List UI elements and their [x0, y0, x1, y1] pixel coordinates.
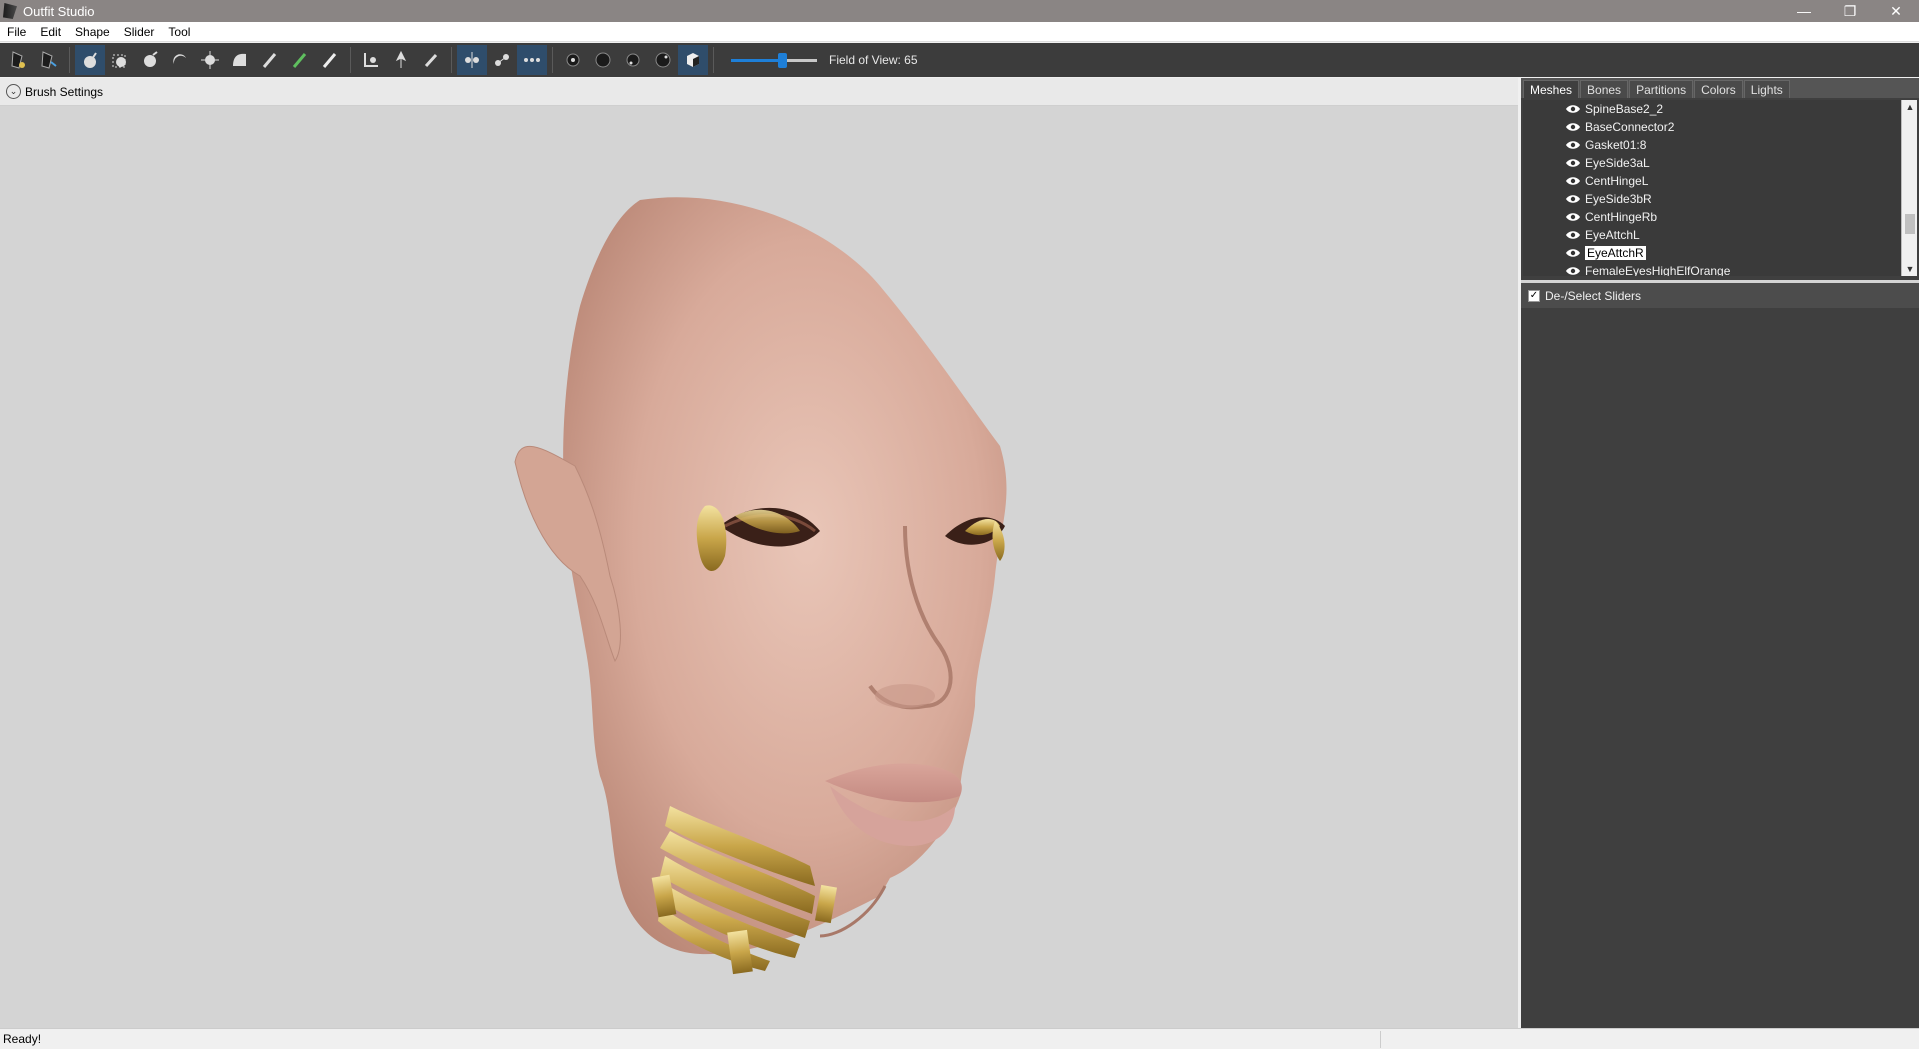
eye-icon[interactable] [1565, 266, 1581, 276]
eye-icon[interactable] [1565, 176, 1581, 186]
list-item[interactable]: EyeSide3bR [1565, 190, 1652, 208]
right-panel: Meshes Bones Partitions Colors Lights Sp… [1521, 78, 1919, 1028]
panel-tabs: Meshes Bones Partitions Colors Lights [1521, 78, 1919, 98]
menu-shape[interactable]: Shape [68, 22, 117, 42]
eye-icon[interactable] [1565, 248, 1581, 258]
mesh-name-selected: EyeAttchR [1585, 246, 1646, 260]
list-item[interactable]: CentHingeRb [1565, 208, 1657, 226]
wireframe-icon[interactable] [648, 45, 678, 75]
color-paint-icon[interactable] [285, 45, 315, 75]
mesh-name: CentHingeL [1585, 174, 1649, 188]
show-floor-icon[interactable] [618, 45, 648, 75]
mesh-name: Gasket01:8 [1585, 138, 1647, 152]
brush-settings-label: Brush Settings [25, 84, 104, 99]
toolbar-separator [552, 47, 553, 73]
mesh-name: EyeAttchL [1585, 228, 1640, 242]
list-item[interactable]: FemaleEyesHighElfOrange [1565, 262, 1730, 276]
connected-only-icon[interactable] [487, 45, 517, 75]
inflate-brush-icon[interactable] [135, 45, 165, 75]
eye-icon[interactable] [1565, 194, 1581, 204]
list-item[interactable]: EyeSide3aL [1565, 154, 1650, 172]
toolbar: Field of View: 65 [0, 43, 1919, 77]
head-model [514, 197, 1007, 975]
vertex-edit-icon[interactable] [416, 45, 446, 75]
viewport-panel: ⌄ Brush Settings [0, 78, 1518, 1028]
alpha-paint-icon[interactable] [315, 45, 345, 75]
scroll-down-icon[interactable]: ▼ [1902, 262, 1918, 276]
minimize-button[interactable]: — [1781, 0, 1827, 22]
3d-viewport[interactable] [0, 106, 1518, 1028]
expand-chevron-icon[interactable]: ⌄ [6, 84, 21, 99]
eye-icon[interactable] [1565, 158, 1581, 168]
status-text: Ready! [3, 1032, 42, 1046]
list-item[interactable]: EyeAttchR [1565, 244, 1646, 262]
tab-partitions[interactable]: Partitions [1629, 80, 1694, 98]
select-tool-icon[interactable] [75, 45, 105, 75]
save-project-icon[interactable] [34, 45, 64, 75]
eye-icon[interactable] [1565, 122, 1581, 132]
eye-icon[interactable] [1565, 230, 1581, 240]
transform-icon[interactable] [356, 45, 386, 75]
fov-label: Field of View: 65 [829, 53, 918, 67]
status-separator [1380, 1031, 1381, 1048]
head-surface [563, 197, 1007, 955]
tab-bones[interactable]: Bones [1580, 80, 1629, 98]
list-item[interactable]: Gasket01:8 [1565, 136, 1646, 154]
smooth-brush-icon[interactable] [225, 45, 255, 75]
select-sliders-label: De-/Select Sliders [1545, 288, 1642, 303]
select-sliders-checkbox[interactable]: ✓ [1528, 289, 1540, 302]
eye-icon[interactable] [1565, 140, 1581, 150]
show-nodes-icon[interactable] [558, 45, 588, 75]
list-item[interactable]: EyeAttchL [1565, 226, 1640, 244]
toolbar-separator [69, 47, 70, 73]
app-icon [3, 3, 17, 19]
pivot-icon[interactable] [386, 45, 416, 75]
status-bar: Ready! [0, 1028, 1919, 1049]
toolbar-separator [713, 47, 714, 73]
mesh-name: FemaleEyesHighElfOrange [1585, 264, 1731, 276]
load-project-icon[interactable] [4, 45, 34, 75]
scroll-thumb[interactable] [1905, 214, 1915, 234]
mesh-tree-scrollbar[interactable]: ▲ ▼ [1901, 100, 1917, 276]
menu-tool[interactable]: Tool [161, 22, 197, 42]
mesh-name: EyeSide3bR [1585, 192, 1652, 206]
list-item[interactable]: BaseConnector2 [1565, 118, 1674, 136]
maximize-button[interactable]: ❐ [1827, 0, 1873, 22]
eye-icon[interactable] [1565, 104, 1581, 114]
global-brush-icon[interactable] [517, 45, 547, 75]
title-bar: Outfit Studio — ❐ ✕ [0, 0, 1919, 22]
mask-brush-icon[interactable] [105, 45, 135, 75]
mesh-tree[interactable]: SpineBase2_2 BaseConnector2 Gasket01:8 E… [1523, 100, 1901, 276]
toolbar-separator [350, 47, 351, 73]
window-title: Outfit Studio [23, 3, 95, 19]
fov-slider-thumb[interactable] [778, 53, 787, 68]
mesh-name: SpineBase2_2 [1585, 102, 1664, 116]
tab-lights[interactable]: Lights [1743, 80, 1790, 98]
lighting-icon[interactable] [678, 45, 708, 75]
close-button[interactable]: ✕ [1873, 0, 1919, 22]
tab-meshes[interactable]: Meshes [1523, 80, 1580, 98]
scroll-up-icon[interactable]: ▲ [1902, 100, 1918, 114]
list-item[interactable]: CentHingeL [1565, 172, 1648, 190]
menu-edit[interactable]: Edit [33, 22, 68, 42]
x-mirror-icon[interactable] [457, 45, 487, 75]
mesh-name: BaseConnector2 [1585, 120, 1675, 134]
brush-settings-bar[interactable]: ⌄ Brush Settings [0, 78, 1518, 106]
menu-slider[interactable]: Slider [117, 22, 162, 42]
tab-colors[interactable]: Colors [1694, 80, 1743, 98]
weight-paint-icon[interactable] [255, 45, 285, 75]
move-brush-icon[interactable] [195, 45, 225, 75]
sliders-header: ✓ De-/Select Sliders [1521, 280, 1919, 308]
mesh-name: EyeSide3aL [1585, 156, 1650, 170]
toolbar-separator [451, 47, 452, 73]
fov-slider-fill [731, 59, 782, 62]
eye-icon[interactable] [1565, 212, 1581, 222]
mesh-name: CentHingeRb [1585, 210, 1658, 224]
show-bones-icon[interactable] [588, 45, 618, 75]
menu-bar: File Edit Shape Slider Tool [0, 22, 1919, 42]
fov-slider[interactable] [731, 50, 817, 70]
menu-file[interactable]: File [0, 22, 33, 42]
list-item[interactable]: SpineBase2_2 [1565, 100, 1663, 118]
deflate-brush-icon[interactable] [165, 45, 195, 75]
